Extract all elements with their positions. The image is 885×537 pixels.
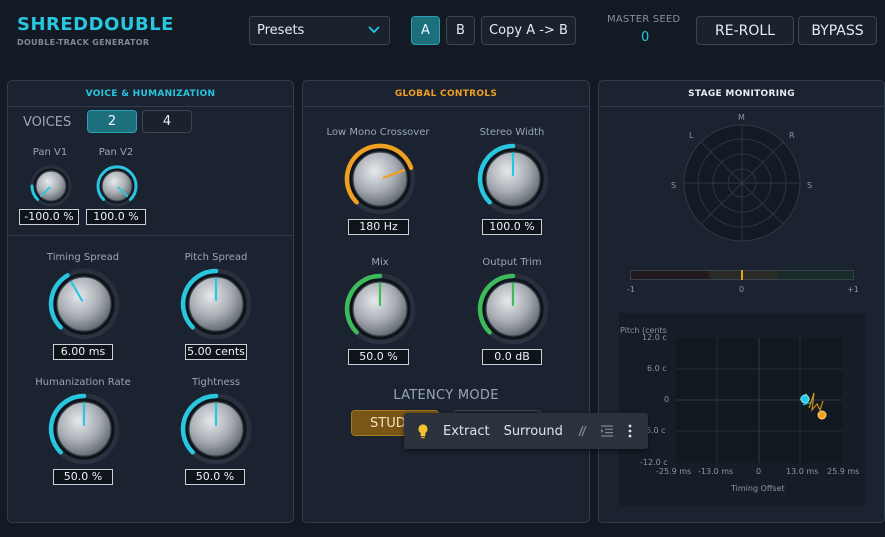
pan-v2-knob[interactable] — [96, 165, 138, 207]
pitch-spread-knob[interactable] — [180, 268, 252, 340]
correlation-mid: 0 — [739, 285, 745, 294]
voices-2-button[interactable]: 2 — [87, 110, 137, 133]
plot-x-title: Timing Offset — [731, 484, 785, 493]
humanization-rate-value[interactable]: 50.0 % — [53, 469, 113, 485]
crossover-value[interactable]: 180 Hz — [348, 219, 409, 235]
y-tick-2: 0 — [664, 395, 670, 404]
pitch-spread-value[interactable]: 5.00 cents — [185, 344, 247, 360]
copy-a-to-b-button[interactable]: Copy A -> B — [481, 16, 576, 45]
chevron-down-icon — [367, 22, 381, 40]
polar-label-r: R — [789, 131, 795, 140]
pitch-spread-label: Pitch Spread — [184, 252, 248, 263]
stereo-width-label: Stereo Width — [479, 127, 545, 138]
correlation-meter — [630, 270, 854, 280]
app-title: SHREDDOUBLE — [17, 14, 174, 35]
mix-label: Mix — [371, 257, 389, 268]
scatter-trail-orange — [808, 392, 827, 420]
ab-b-button[interactable]: B — [446, 16, 475, 45]
surround-button[interactable]: Surround — [504, 424, 563, 439]
y-tick-4: -12.0 c — [640, 458, 668, 467]
voice-divider — [8, 235, 293, 236]
voices-4-button[interactable]: 4 — [142, 110, 192, 133]
y-tick-0: 12.0 c — [642, 333, 667, 342]
master-seed-label: MASTER SEED — [607, 14, 681, 25]
list-indent-icon[interactable] — [600, 425, 614, 437]
lightbulb-icon[interactable] — [417, 423, 429, 439]
timing-spread-value[interactable]: 6.00 ms — [53, 344, 113, 360]
timing-spread-label: Timing Spread — [46, 252, 120, 263]
humanization-rate-label: Humanization Rate — [35, 377, 131, 388]
x-tick-2: 0 — [756, 467, 762, 476]
ab-a-button[interactable]: A — [411, 16, 440, 45]
tightness-value[interactable]: 50.0 % — [185, 469, 245, 485]
stereo-width-knob[interactable] — [477, 143, 549, 215]
y-tick-1: 6.0 c — [647, 364, 667, 373]
floating-toolbar: Extract Surround — [404, 413, 648, 449]
stage-panel-title: STAGE MONITORING — [599, 81, 884, 107]
presets-label: Presets — [257, 23, 305, 38]
voices-label: VOICES — [23, 115, 72, 130]
tightness-knob[interactable] — [180, 393, 252, 465]
latency-mode-label: LATENCY MODE — [393, 388, 499, 403]
mix-value[interactable]: 50.0 % — [348, 349, 409, 365]
pan-v1-value[interactable]: -100.0 % — [19, 209, 79, 225]
plot-area — [676, 338, 842, 463]
reroll-button[interactable]: RE-ROLL — [696, 16, 794, 45]
tightness-label: Tightness — [191, 377, 241, 388]
bypass-button[interactable]: BYPASS — [798, 16, 877, 45]
more-vertical-icon[interactable] — [628, 424, 632, 438]
x-tick-1: -13.0 ms — [698, 467, 734, 476]
pan-v1-label: Pan V1 — [32, 147, 68, 158]
stereo-width-value[interactable]: 100.0 % — [482, 219, 542, 235]
correlation-needle — [741, 270, 743, 280]
crossover-knob[interactable] — [344, 143, 416, 215]
polar-scope — [679, 115, 807, 249]
pan-v1-knob[interactable] — [30, 165, 72, 207]
app-subtitle: DOUBLE-TRACK GENERATOR — [17, 38, 150, 47]
correlation-min: -1 — [627, 285, 635, 294]
x-tick-0: -25.9 ms — [656, 467, 692, 476]
humanization-rate-knob[interactable] — [48, 393, 120, 465]
crossover-label: Low Mono Crossover — [326, 127, 430, 138]
output-trim-label: Output Trim — [482, 257, 542, 268]
extract-button[interactable]: Extract — [443, 424, 490, 439]
pan-v2-value[interactable]: 100.0 % — [86, 209, 146, 225]
output-trim-knob[interactable] — [477, 273, 549, 345]
presets-dropdown[interactable]: Presets — [249, 16, 390, 45]
timing-spread-knob[interactable] — [48, 268, 120, 340]
mix-knob[interactable] — [344, 273, 416, 345]
polar-label-m: M — [738, 113, 745, 122]
polar-label-s-right: S — [807, 181, 813, 190]
pan-v2-label: Pan V2 — [98, 147, 134, 158]
correlation-max: +1 — [847, 285, 859, 294]
global-panel-title: GLOBAL CONTROLS — [303, 81, 589, 107]
output-trim-value[interactable]: 0.0 dB — [482, 349, 542, 365]
comment-icon[interactable] — [576, 425, 588, 437]
polar-label-l: L — [689, 131, 694, 140]
x-tick-3: 13.0 ms — [786, 467, 819, 476]
polar-label-s-left: S — [671, 181, 677, 190]
master-seed-value[interactable]: 0 — [641, 30, 649, 45]
voice-panel-title: VOICE & HUMANIZATION — [8, 81, 293, 107]
x-tick-4: 25.9 ms — [827, 467, 860, 476]
